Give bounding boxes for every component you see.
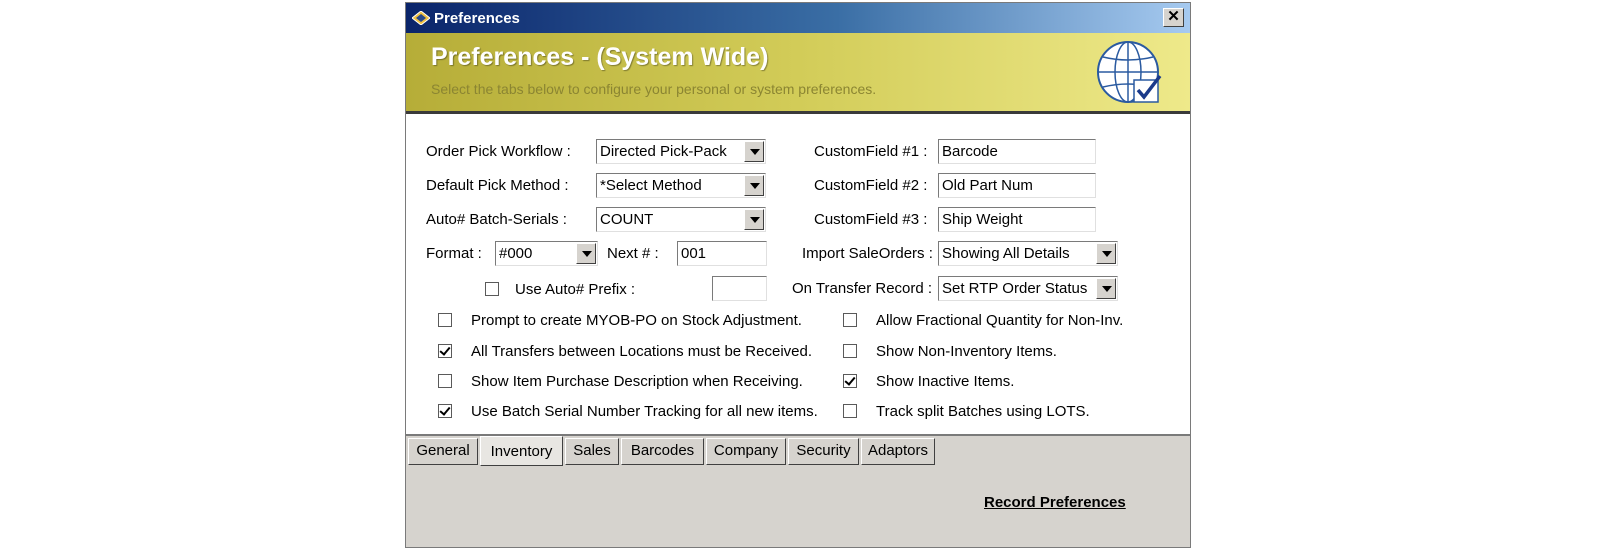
right-checkbox-2[interactable]: [843, 344, 857, 358]
right-checkbox-1[interactable]: [843, 313, 857, 327]
tab-adaptors[interactable]: Adaptors: [861, 438, 935, 465]
auto-batch-serials-label: Auto# Batch-Serials :: [426, 211, 567, 228]
default-pick-method-value: *Select Method: [600, 177, 702, 194]
tab-security[interactable]: Security: [788, 438, 859, 465]
default-pick-method-label: Default Pick Method :: [426, 177, 569, 194]
chevron-down-icon[interactable]: [744, 141, 764, 162]
custom-field-2-label: CustomField #2 :: [814, 177, 928, 194]
use-auto-prefix-checkbox[interactable]: [485, 282, 499, 296]
chevron-down-icon[interactable]: [1096, 278, 1116, 299]
import-sale-orders-select[interactable]: Showing All Details: [938, 241, 1118, 266]
left-checkbox-1[interactable]: [438, 313, 452, 327]
auto-batch-serials-value: COUNT: [600, 211, 654, 228]
inventory-settings-panel: Order Pick Workflow : Directed Pick-Pack…: [406, 114, 1190, 436]
record-preferences-button[interactable]: Record Preferences: [984, 494, 1126, 511]
custom-field-1-input[interactable]: [938, 139, 1096, 164]
left-checkbox-2[interactable]: [438, 344, 452, 358]
custom-field-3-label: CustomField #3 :: [814, 211, 928, 228]
next-number-input[interactable]: [677, 241, 767, 266]
left-checkbox-label-3: Show Item Purchase Description when Rece…: [471, 373, 803, 390]
header-banner: Preferences - (System Wide) Select the t…: [406, 33, 1190, 114]
chevron-down-icon[interactable]: [576, 243, 596, 264]
auto-prefix-input[interactable]: [712, 276, 767, 301]
on-transfer-record-label: On Transfer Record :: [792, 280, 933, 297]
on-transfer-record-select[interactable]: Set RTP Order Status: [938, 276, 1118, 301]
chevron-down-icon[interactable]: [1096, 243, 1116, 264]
use-auto-prefix-label: Use Auto# Prefix :: [515, 281, 636, 298]
right-checkbox-label-4: Track split Batches using LOTS.: [876, 403, 1090, 420]
title-bar: Preferences ✕: [406, 3, 1190, 33]
page-subtitle: Select the tabs below to configure your …: [431, 81, 877, 97]
tab-barcodes[interactable]: Barcodes: [621, 438, 704, 465]
on-transfer-record-value: Set RTP Order Status: [942, 280, 1088, 297]
tab-inventory[interactable]: Inventory: [480, 436, 563, 466]
globe-check-icon: [1097, 41, 1162, 103]
custom-field-1-label: CustomField #1 :: [814, 143, 928, 160]
chevron-down-icon[interactable]: [744, 175, 764, 196]
right-checkbox-label-1: Allow Fractional Quantity for Non-Inv.: [876, 312, 1124, 329]
tab-strip: General Inventory Sales Barcodes Company Secu…: [406, 436, 1190, 466]
format-value: #000: [499, 245, 533, 262]
format-label: Format :: [426, 245, 482, 262]
right-checkbox-3[interactable]: [843, 374, 857, 388]
import-sale-orders-value: Showing All Details: [942, 245, 1070, 262]
tab-general[interactable]: General: [408, 438, 478, 465]
right-checkbox-label-2: Show Non-Inventory Items.: [876, 343, 1057, 360]
import-sale-orders-label: Import SaleOrders :: [802, 245, 933, 262]
order-pick-workflow-label: Order Pick Workflow :: [426, 143, 571, 160]
format-select[interactable]: #000: [495, 241, 598, 266]
close-button[interactable]: ✕: [1163, 8, 1184, 27]
custom-field-2-input[interactable]: [938, 173, 1096, 198]
order-pick-workflow-select[interactable]: Directed Pick-Pack: [596, 139, 766, 164]
window-title: Preferences: [434, 10, 520, 27]
order-pick-workflow-value: Directed Pick-Pack: [600, 143, 727, 160]
right-checkbox-4[interactable]: [843, 404, 857, 418]
left-checkbox-label-1: Prompt to create MYOB-PO on Stock Adjust…: [471, 312, 802, 329]
left-checkbox-label-2: All Transfers between Locations must be …: [471, 343, 813, 360]
left-checkbox-3[interactable]: [438, 374, 452, 388]
next-number-label: Next # :: [607, 245, 659, 262]
custom-field-3-input[interactable]: [938, 207, 1096, 232]
left-checkbox-label-4: Use Batch Serial Number Tracking for all…: [471, 403, 818, 420]
chevron-down-icon[interactable]: [744, 209, 764, 230]
auto-batch-serials-select[interactable]: COUNT: [596, 207, 766, 232]
preferences-window: Preferences ✕ Preferences - (System Wide…: [405, 2, 1191, 548]
tab-sales[interactable]: Sales: [565, 438, 619, 465]
tab-company[interactable]: Company: [706, 438, 786, 465]
page-title: Preferences - (System Wide): [431, 43, 769, 71]
app-icon: [412, 11, 430, 25]
right-checkbox-label-3: Show Inactive Items.: [876, 373, 1015, 390]
left-checkbox-4[interactable]: [438, 404, 452, 418]
default-pick-method-select[interactable]: *Select Method: [596, 173, 766, 198]
